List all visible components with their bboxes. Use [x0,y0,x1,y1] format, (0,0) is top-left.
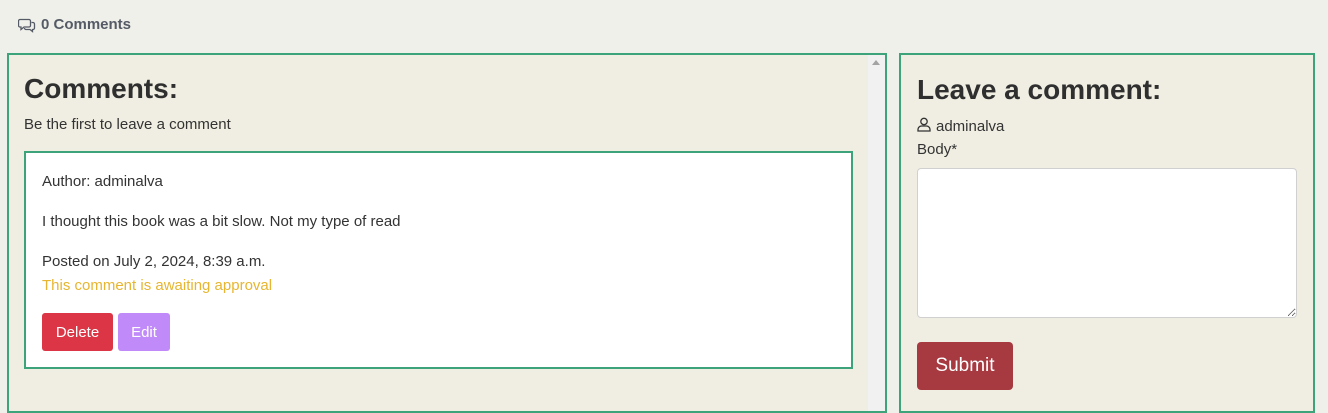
comment-form-heading: Leave a comment: [917,74,1162,105]
comments-heading: Comments: [24,73,179,104]
edit-button[interactable]: Edit [118,313,170,351]
comment-card: Author: adminalva I thought this book wa… [24,151,853,369]
delete-button[interactable]: Delete [42,313,113,351]
comments-count-label: 0 Comments [41,16,132,33]
comment-approval-status: This comment is awaiting approval [42,277,273,294]
user-icon [917,117,931,136]
comment-form-panel: Leave a comment: adminalva Body* Submit [899,53,1315,413]
comments-panel: Comments: Be the first to leave a commen… [7,53,887,413]
comments-icon [18,17,36,33]
comment-body-input[interactable] [917,168,1297,318]
comment-posted-date: Posted on July 2, 2024, 8:39 a.m. [42,253,266,270]
comment-author: Author: adminalva [42,173,163,190]
scroll-up-arrow-icon[interactable] [872,60,880,65]
comment-body: I thought this book was a bit slow. Not … [42,213,401,230]
body-field-label: Body* [917,141,958,158]
comments-subtitle: Be the first to leave a comment [24,116,231,133]
comments-scrollbar[interactable] [868,55,885,411]
comments-count: 0 Comments [18,16,131,33]
comment-form-username: adminalva [936,118,1005,135]
submit-button[interactable]: Submit [917,342,1013,390]
comment-form-user: adminalva [917,117,1004,136]
